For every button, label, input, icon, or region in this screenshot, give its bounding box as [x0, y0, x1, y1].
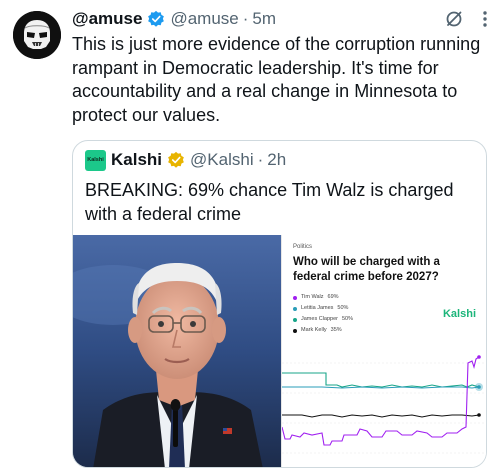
separator-dot: ·: [242, 9, 249, 28]
avatar[interactable]: [13, 11, 61, 59]
kalshi-brand-label: Kalshi: [442, 308, 476, 320]
card-title: Who will be charged with a federal crime…: [293, 256, 440, 283]
legend-dot: [293, 317, 297, 322]
grok-icon[interactable]: [444, 9, 464, 29]
legend-dot: [293, 306, 297, 311]
kalshi-market-card[interactable]: Politics Who will be charged with a fede…: [281, 235, 486, 467]
legend-name: Tim Walz: [301, 294, 324, 300]
quote-display-name[interactable]: Kalshi: [111, 150, 162, 170]
verified-badge-icon: [147, 10, 165, 28]
probability-chart: [282, 355, 486, 454]
tweet-text: This is just more evidence of the corrup…: [72, 34, 481, 125]
legend-value: 35%: [330, 327, 342, 333]
legend-name: James Clapper: [301, 316, 338, 322]
tweet-header: @amuse @amuse · 5m: [72, 6, 488, 32]
more-icon[interactable]: [482, 9, 488, 29]
card-legend: Tim Walz 69% Letitia James 50% James Cla…: [293, 292, 353, 336]
legend-dot: [293, 295, 297, 300]
quote-media[interactable]: Politics Who will be charged with a fede…: [73, 235, 486, 467]
series-line-tim-walz: [282, 356, 480, 446]
legend-value: 50%: [342, 316, 354, 322]
quoted-tweet[interactable]: Kalshi Kalshi @Kalshi · 2h BREAKING: 69%…: [72, 140, 487, 468]
series-line-james-clapper: [282, 372, 480, 388]
handle[interactable]: @amuse: [170, 9, 238, 29]
marker-letitia-james: [477, 385, 481, 389]
legend-item: James Clapper 50%: [293, 314, 353, 325]
separator-dot: ·: [257, 150, 264, 169]
legend-name: Letitia James: [301, 305, 334, 311]
legend-item: Mark Kelly 35%: [293, 325, 353, 336]
header-actions: [444, 9, 488, 29]
legend-name: Mark Kelly: [301, 327, 327, 333]
gold-verified-badge-icon: [167, 151, 185, 169]
card-category: Politics: [293, 244, 313, 250]
display-name[interactable]: @amuse: [72, 9, 142, 29]
series-line-mark-kelly: [282, 414, 480, 418]
kalshi-logo-icon[interactable]: Kalshi: [85, 149, 106, 171]
stormtrooper-avatar-icon: [13, 11, 61, 59]
quote-header: Kalshi Kalshi @Kalshi · 2h: [85, 149, 286, 171]
legend-value: 50%: [337, 305, 349, 311]
legend-item: Tim Walz 69%: [293, 292, 353, 303]
marker-tim-walz: [477, 355, 481, 359]
quote-timestamp[interactable]: 2h: [267, 150, 286, 170]
quote-text: BREAKING: 69% chance Tim Walz is charged…: [85, 180, 454, 224]
timestamp[interactable]: 5m: [252, 9, 276, 29]
legend-item: Letitia James 50%: [293, 303, 353, 314]
news-photo[interactable]: [73, 235, 281, 467]
legend-value: 69%: [327, 294, 339, 300]
portrait-image: [73, 235, 281, 467]
quote-handle[interactable]: @Kalshi: [190, 150, 254, 170]
marker-mark-kelly: [477, 413, 481, 417]
legend-dot: [293, 328, 297, 333]
